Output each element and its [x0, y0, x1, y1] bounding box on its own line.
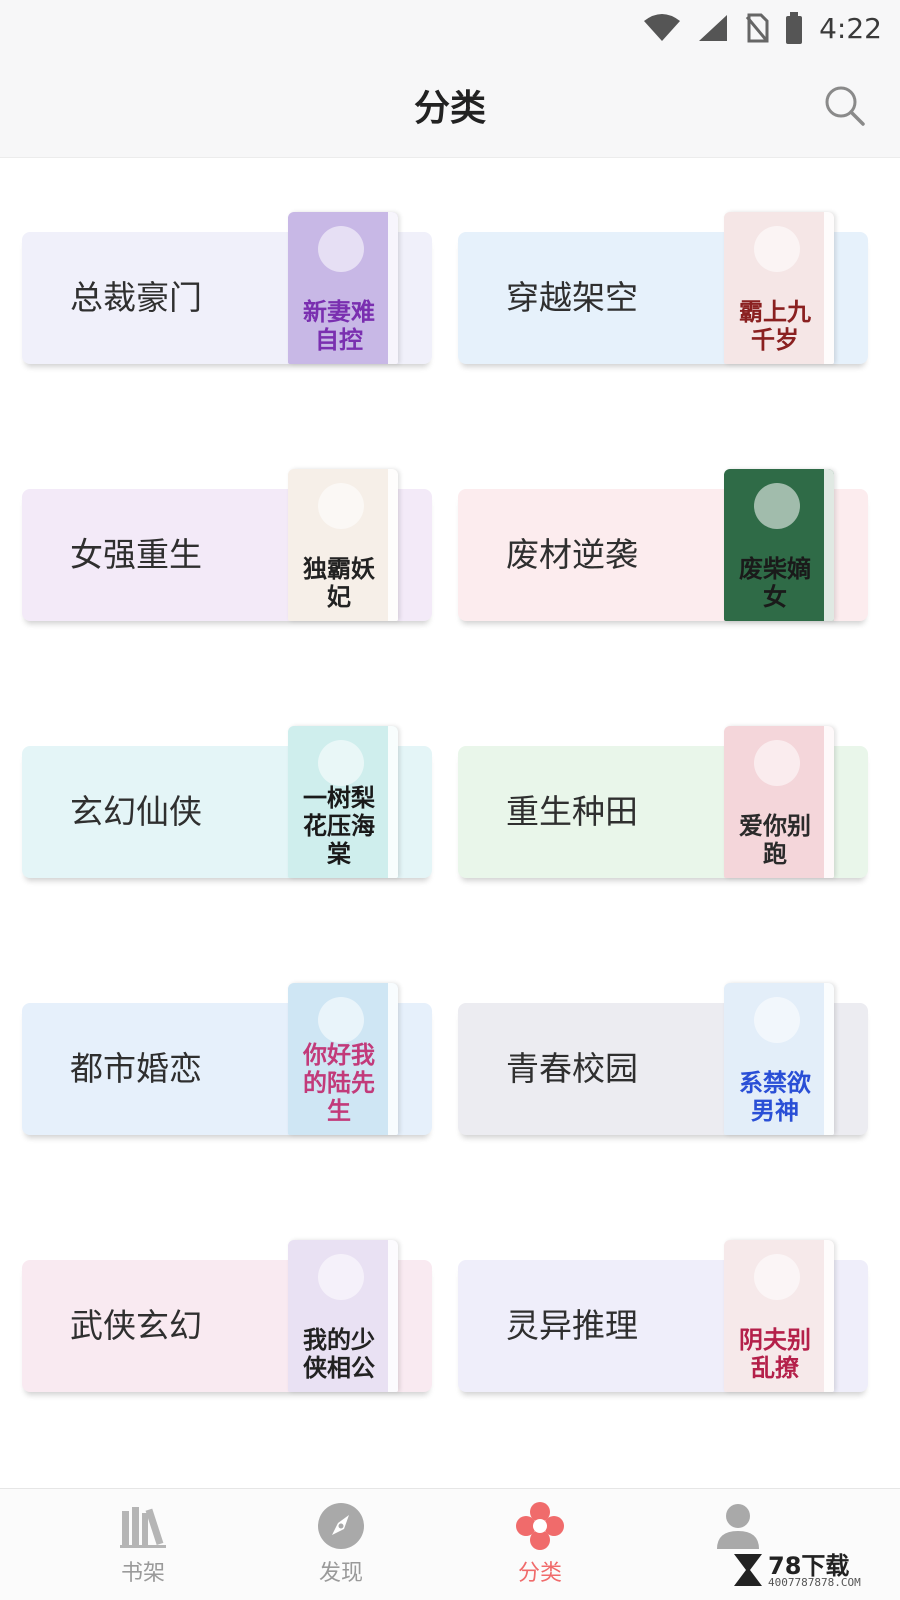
watermark-url: 4007787878.COM	[768, 1576, 861, 1589]
tab-category[interactable]: 分类	[465, 1489, 615, 1600]
cover-title: 系禁欲男神	[739, 1068, 811, 1125]
book-cover: 新妻难自控	[288, 212, 398, 364]
book-cover: 爱你别跑	[724, 726, 834, 878]
cover-figure	[754, 483, 800, 529]
category-card[interactable]: 都市婚恋 你好我的陆先生	[22, 983, 432, 1173]
category-card[interactable]: 灵异推理 阴夫别乱撩	[458, 1240, 868, 1430]
tab-label: 书架	[120, 1561, 165, 1586]
category-card[interactable]: 穿越架空 霸上九千岁	[458, 212, 868, 402]
user-icon	[717, 1504, 759, 1549]
cover-page-edge	[824, 726, 834, 878]
book-cover: 一树梨花压海棠	[288, 726, 398, 878]
cover-figure	[318, 226, 364, 272]
tab-bookshelf[interactable]: 书架	[68, 1489, 218, 1600]
cover-figure	[318, 1254, 364, 1300]
cover-figure	[754, 1254, 800, 1300]
cover-title: 霸上九千岁	[739, 297, 811, 354]
cover-title: 废柴嫡女	[739, 554, 811, 611]
category-card[interactable]: 总裁豪门 新妻难自控	[22, 212, 432, 402]
bookshelf-icon	[120, 1507, 166, 1548]
cover-page-edge	[388, 469, 398, 621]
cover-title: 你好我的陆先生	[303, 1040, 375, 1125]
bottom-tab-bar: 书架 发现 分类 我的 78下载 4007787878.COM	[0, 1488, 900, 1600]
book-cover: 废柴嫡女	[724, 469, 834, 621]
category-flower-icon	[516, 1502, 564, 1550]
category-grid: 总裁豪门 新妻难自控 穿越架空 霸上九千岁 女强重生 独霸妖妃 废材逆袭 废柴嫡…	[0, 158, 900, 1488]
category-label: 女强重生	[70, 535, 202, 574]
page-title: 分类	[413, 88, 486, 129]
cover-title: 阴夫别乱撩	[739, 1325, 811, 1382]
cover-figure	[318, 740, 364, 786]
cover-page-edge	[824, 212, 834, 364]
cover-page-edge	[824, 983, 834, 1135]
book-cover: 独霸妖妃	[288, 469, 398, 621]
category-label: 总裁豪门	[70, 278, 202, 317]
cover-figure	[754, 226, 800, 272]
cover-page-edge	[388, 726, 398, 878]
cover-page-edge	[388, 212, 398, 364]
cover-figure	[754, 740, 800, 786]
book-cover: 霸上九千岁	[724, 212, 834, 364]
cover-title: 爱你别跑	[739, 811, 811, 868]
status-time: 4:22	[819, 11, 882, 45]
category-label: 青春校园	[506, 1049, 638, 1088]
cover-page-edge	[388, 1240, 398, 1392]
no-sim-icon	[745, 13, 769, 43]
category-card[interactable]: 女强重生 独霸妖妃	[22, 469, 432, 659]
watermark-logo-icon	[734, 1554, 762, 1586]
book-cover: 阴夫别乱撩	[724, 1240, 834, 1392]
category-card[interactable]: 玄幻仙侠 一树梨花压海棠	[22, 726, 432, 916]
category-card[interactable]: 青春校园 系禁欲男神	[458, 983, 868, 1173]
cover-title: 一树梨花压海棠	[303, 783, 375, 868]
category-label: 灵异推理	[506, 1306, 638, 1345]
book-cover: 你好我的陆先生	[288, 983, 398, 1135]
cover-page-edge	[824, 469, 834, 621]
tab-label: 分类	[517, 1561, 562, 1586]
cover-page-edge	[388, 983, 398, 1135]
book-cover: 我的少侠相公	[288, 1240, 398, 1392]
category-label: 废材逆袭	[506, 535, 638, 574]
compass-icon	[318, 1503, 364, 1549]
cover-figure	[754, 997, 800, 1043]
search-icon	[825, 86, 865, 126]
category-label: 玄幻仙侠	[70, 792, 202, 831]
book-cover: 系禁欲男神	[724, 983, 834, 1135]
cover-figure	[318, 483, 364, 529]
category-label: 重生种田	[506, 792, 638, 831]
tab-label: 发现	[318, 1561, 363, 1586]
search-button[interactable]	[820, 81, 870, 131]
category-label: 都市婚恋	[70, 1049, 202, 1088]
category-label: 穿越架空	[506, 278, 638, 317]
wifi-icon	[644, 14, 681, 41]
category-card[interactable]: 武侠玄幻 我的少侠相公	[22, 1240, 432, 1430]
category-label: 武侠玄幻	[70, 1306, 202, 1345]
cover-title: 我的少侠相公	[303, 1325, 375, 1382]
cover-page-edge	[824, 1240, 834, 1392]
signal-icon	[699, 15, 728, 41]
cover-figure	[318, 997, 364, 1043]
header: 分类	[0, 55, 900, 158]
cover-title: 独霸妖妃	[303, 554, 375, 611]
category-card[interactable]: 重生种田 爱你别跑	[458, 726, 868, 916]
category-card[interactable]: 废材逆袭 废柴嫡女	[458, 469, 868, 659]
cover-title: 新妻难自控	[303, 297, 375, 354]
watermark: 78下载 4007787878.COM	[732, 1546, 892, 1594]
status-bar: 4:22	[0, 0, 900, 55]
tab-discover[interactable]: 发现	[266, 1489, 416, 1600]
battery-icon	[786, 12, 803, 44]
